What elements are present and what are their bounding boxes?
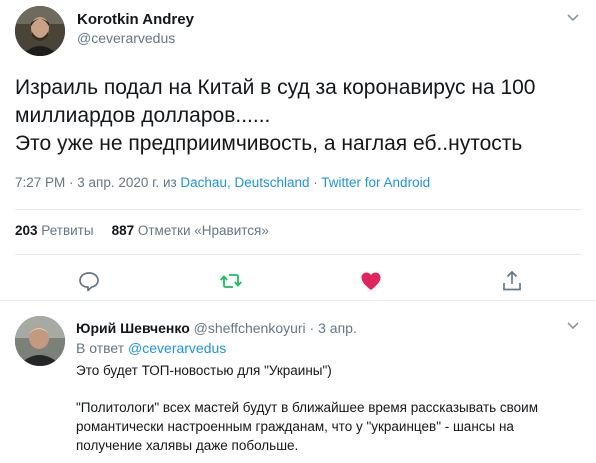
divider (15, 209, 581, 210)
likes-count: 887 (111, 223, 135, 238)
tweet-text-line: Это уже не предприимчивость, а наглая еб… (15, 132, 523, 155)
tweet-date[interactable]: 3 апр. 2020 г. (77, 175, 159, 190)
tweet-text: Израиль подал на Китай в суд за коронави… (15, 74, 585, 158)
author-name[interactable]: Юрий Шевченко (76, 320, 190, 336)
reply-text-line: Это будет ТОП-новостью для "Украины") (76, 363, 332, 378)
author-name[interactable]: Korotkin Andrey (77, 11, 194, 28)
avatar[interactable] (15, 316, 65, 366)
reply-to-prefix: В ответ (76, 340, 129, 356)
avatar-photo-icon (15, 6, 65, 56)
comment-icon[interactable] (76, 268, 102, 294)
tweet-text-line: миллиардов долларов...... (15, 104, 271, 127)
likes-label: Отметки «Нравится» (137, 223, 269, 238)
tweet-text-line: Израиль подал на Китай в суд за коронави… (15, 76, 536, 99)
chevron-down-icon[interactable] (566, 318, 580, 332)
reply-to: В ответ @ceverarvedus (76, 340, 226, 356)
separator: · (305, 320, 319, 336)
reply-header: Юрий Шевченко @sheffchenkoyuri · 3 апр. (76, 320, 357, 336)
reply-to-handle[interactable]: @ceverarvedus (128, 340, 226, 356)
retweet-icon[interactable] (218, 268, 244, 294)
divider (15, 254, 581, 255)
source-link[interactable]: Twitter for Android (321, 175, 430, 190)
separator: · (65, 175, 78, 190)
separator: · (309, 175, 322, 190)
reply-text-line: "Политологи" всех мастей будут в ближайш… (76, 400, 539, 415)
tweet-meta: 7:27 PM · 3 апр. 2020 г. из Dachau, Deut… (15, 175, 430, 190)
reply-text-line: получение халявы даже побольше. (76, 438, 299, 453)
tweet-date[interactable]: 3 апр. (318, 320, 357, 336)
tweet-stats: 203 Ретвиты 887 Отметки «Нравится» (15, 223, 269, 238)
chevron-down-icon[interactable] (566, 10, 580, 24)
likes-stat[interactable]: 887 Отметки «Нравится» (112, 223, 269, 238)
avatar-photo-icon (15, 316, 65, 366)
reply-text-line: романтически настроенным гражданам, что … (76, 419, 514, 434)
retweets-count: 203 (15, 223, 38, 238)
reply-text: Это будет ТОП-новостью для "Украины") "П… (76, 361, 576, 455)
share-icon[interactable] (499, 268, 525, 294)
tweet-time[interactable]: 7:27 PM (15, 175, 65, 190)
location-link[interactable]: Dachau, Deutschland (180, 175, 309, 190)
tweet-actions (0, 268, 596, 294)
heart-icon[interactable] (358, 268, 384, 294)
retweets-label: Ретвиты (41, 223, 94, 238)
retweets-stat[interactable]: 203 Ретвиты (15, 223, 94, 238)
from-prefix: из (159, 175, 181, 190)
avatar[interactable] (15, 6, 65, 56)
author-handle[interactable]: @sheffchenkoyuri (194, 320, 306, 336)
author-handle[interactable]: @ceverarvedus (77, 30, 175, 46)
divider (0, 300, 596, 301)
